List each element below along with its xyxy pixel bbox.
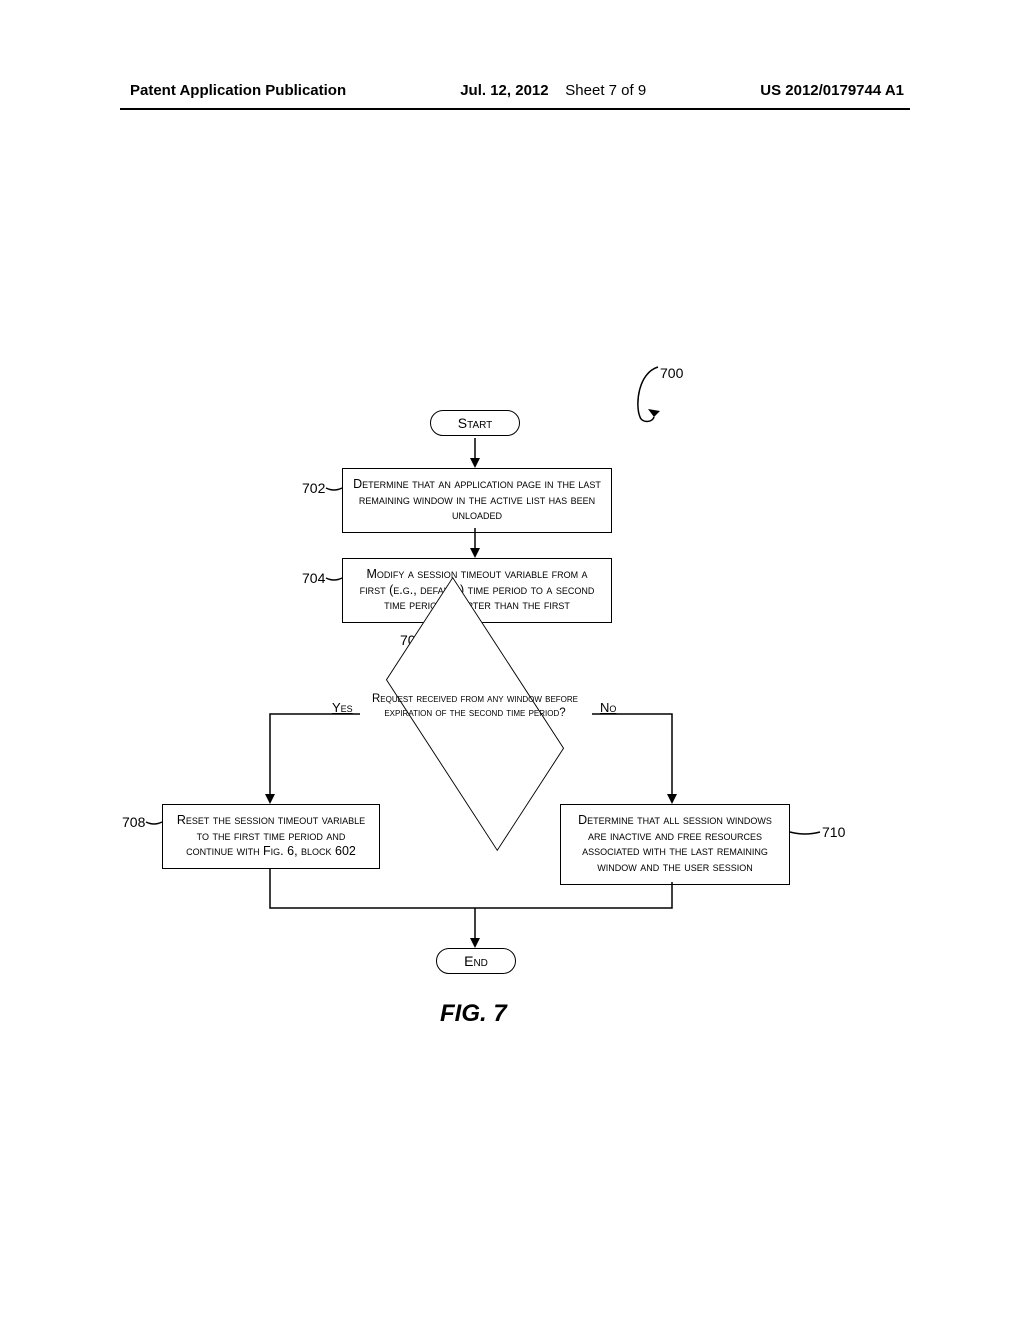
end-terminator: End — [436, 948, 516, 974]
step-704: Modify a session timeout variable from a… — [342, 558, 612, 623]
ref-704: 704 — [302, 570, 325, 586]
yes-label: Yes — [332, 700, 353, 715]
ref-702: 702 — [302, 480, 325, 496]
arrow-no — [592, 714, 682, 804]
publication-label: Patent Application Publication — [130, 82, 346, 99]
ref-710: 710 — [822, 824, 845, 840]
header-center: Jul. 12, 2012 Sheet 7 of 9 — [460, 82, 646, 99]
sheet-label: Sheet 7 of 9 — [565, 82, 646, 99]
step-702: Determine that an application page in th… — [342, 468, 612, 533]
ref-702-leader — [326, 488, 346, 494]
figure-label: FIG. 7 — [440, 1000, 507, 1028]
ref-708: 708 — [122, 814, 145, 830]
ref-700-leader — [630, 365, 670, 435]
no-label: No — [600, 700, 616, 715]
ref-704-leader — [326, 578, 346, 584]
page-header: Patent Application Publication Jul. 12, … — [0, 82, 1024, 99]
decision-706-text: Request received from any window before … — [355, 692, 595, 721]
start-terminator: Start — [430, 410, 520, 436]
arrow-702-704 — [475, 528, 477, 558]
step-708: Reset the session timeout variable to th… — [162, 804, 380, 869]
ref-710-leader — [790, 832, 820, 838]
arrow-yes — [270, 714, 370, 804]
ref-708-leader — [146, 822, 166, 828]
date-label: Jul. 12, 2012 — [460, 82, 548, 99]
header-rule — [120, 108, 910, 110]
pubnum-label: US 2012/0179744 A1 — [760, 82, 904, 99]
arrow-converge — [270, 868, 680, 948]
arrow-start-702 — [475, 438, 477, 468]
